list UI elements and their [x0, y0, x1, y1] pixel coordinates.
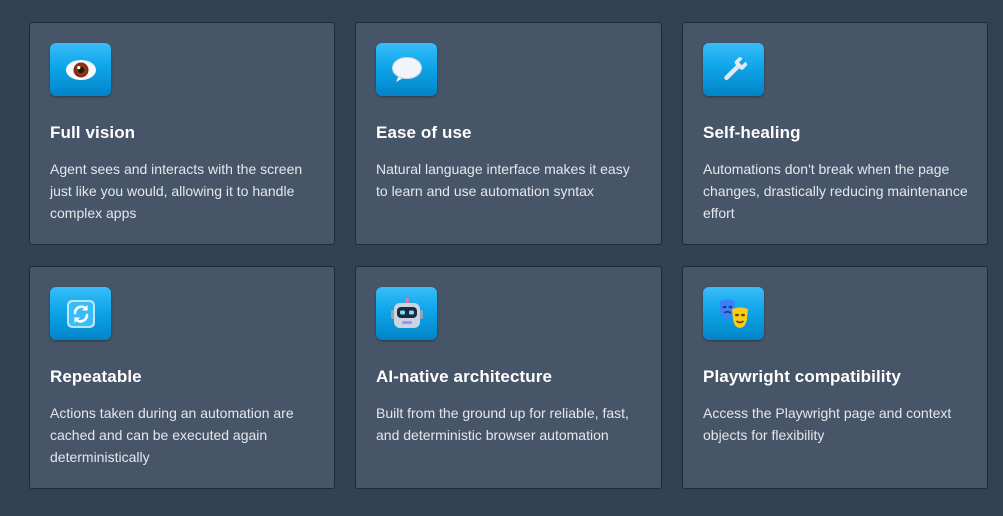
feature-description: Agent sees and interacts with the screen…: [50, 161, 303, 221]
feature-card-self-healing: Self-healing Automations don't break whe…: [682, 22, 988, 245]
feature-description: Automations don't break when the page ch…: [703, 161, 968, 221]
wrench-icon: [703, 43, 764, 96]
feature-title: AI-native architecture: [376, 367, 553, 386]
feature-card-ease-of-use: Ease of use Natural language interface m…: [355, 22, 662, 245]
robot-icon: [376, 287, 437, 340]
feature-description: Built from the ground up for reliable, f…: [376, 405, 629, 443]
feature-card-playwright-compatibility: Playwright compatibility Access the Play…: [682, 266, 988, 489]
feature-card-full-vision: Full vision Agent sees and interacts wit…: [29, 22, 335, 245]
features-grid: Full vision Agent sees and interacts wit…: [29, 22, 988, 489]
feature-title: Playwright compatibility: [703, 367, 901, 386]
feature-title: Full vision: [50, 123, 136, 142]
repeat-arrows-icon: [50, 287, 111, 340]
speech-bubble-icon: [376, 43, 437, 96]
feature-card-repeatable: Repeatable Actions taken during an autom…: [29, 266, 335, 489]
feature-card-ai-native-architecture: AI-native architecture Built from the gr…: [355, 266, 662, 489]
feature-title: Repeatable: [50, 367, 142, 386]
feature-title: Ease of use: [376, 123, 472, 142]
feature-description: Access the Playwright page and context o…: [703, 405, 952, 443]
feature-description: Natural language interface makes it easy…: [376, 161, 630, 199]
eye-icon: [50, 43, 111, 96]
theater-masks-icon: [703, 287, 764, 340]
feature-title: Self-healing: [703, 123, 801, 142]
feature-description: Actions taken during an automation are c…: [50, 405, 294, 465]
